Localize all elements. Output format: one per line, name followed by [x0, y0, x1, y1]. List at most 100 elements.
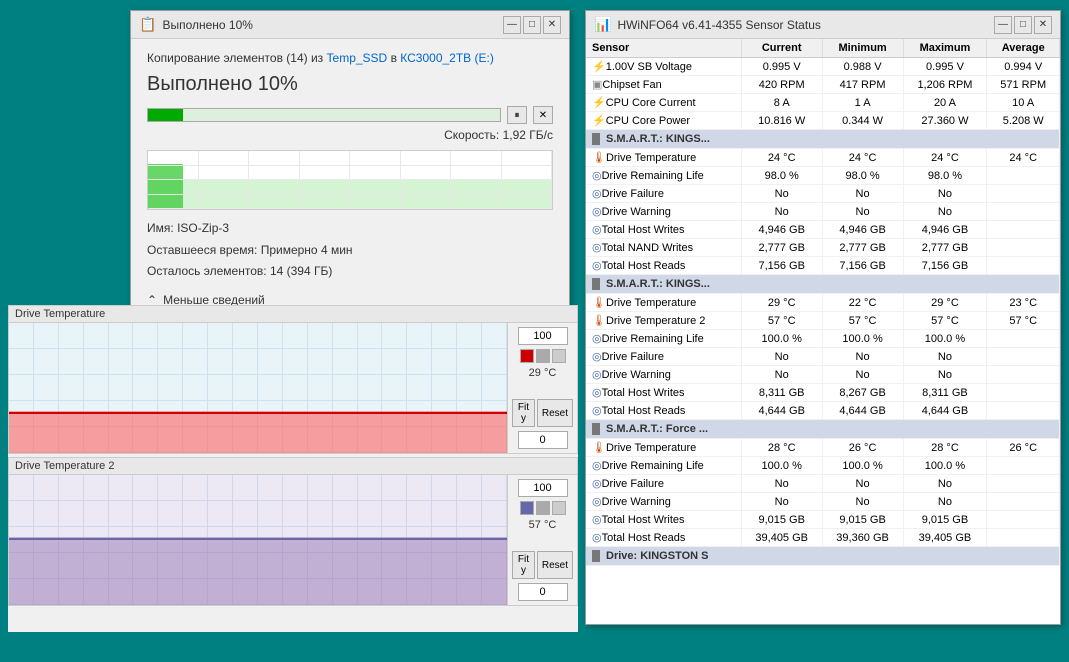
sensor-name-cell: ◎Total NAND Writes: [586, 239, 741, 257]
sensor-average-cell: [987, 511, 1060, 529]
copy-info: Копирование элементов (14) из Temp_SSD в…: [147, 51, 553, 65]
chart1-color-gray1[interactable]: [536, 349, 550, 363]
sensor-maximum-cell: 98.0 %: [903, 167, 987, 185]
chart2-color-purple[interactable]: [520, 501, 534, 515]
chart1-fity-button[interactable]: Fit y: [512, 399, 535, 427]
chart2-color-gray1[interactable]: [536, 501, 550, 515]
sensor-name-cell: 🌡Drive Temperature: [586, 149, 741, 167]
chart1-color-gray2[interactable]: [552, 349, 566, 363]
minimize-button[interactable]: —: [503, 16, 521, 34]
sensor-current-cell: No: [741, 203, 822, 221]
sensor-minimum-cell: 2,777 GB: [822, 239, 903, 257]
chart2-fity-button[interactable]: Fit y: [512, 551, 535, 579]
sensor-average-cell: [987, 402, 1060, 420]
sensor-average-cell: [987, 185, 1060, 203]
sensor-current-cell: 4,644 GB: [741, 402, 822, 420]
time-row: Оставшееся время: Примерно 4 мин: [147, 240, 553, 262]
table-row: Drive: KINGSTON S: [586, 547, 1060, 566]
sensor-name-cell: ◎Drive Remaining Life: [586, 167, 741, 185]
stop-button[interactable]: ✕: [533, 106, 553, 124]
sensor-minimum-cell: 1 A: [822, 94, 903, 112]
chart1-body: 29 °C Fit y Reset: [9, 323, 577, 453]
hwinfo-close-button[interactable]: ✕: [1034, 16, 1052, 34]
copy-details: Имя: ISO-Zip-3 Оставшееся время: Примерн…: [147, 218, 553, 283]
hwinfo-window-controls: — □ ✕: [994, 16, 1052, 34]
chart1-btn-row: Fit y Reset: [512, 399, 573, 427]
hwinfo-table-container[interactable]: Sensor Current Minimum Maximum Average ⚡…: [586, 39, 1060, 624]
sensor-maximum-cell: 0.995 V: [903, 58, 987, 76]
sensor-current-cell: No: [741, 185, 822, 203]
copy-titlebar-left: 📋 Выполнено 10%: [139, 16, 253, 33]
drive-icon: ◎: [592, 224, 602, 236]
sensor-average-cell: [987, 167, 1060, 185]
sensor-minimum-cell: 100.0 %: [822, 457, 903, 475]
source-link[interactable]: Temp_SSD: [327, 51, 388, 65]
sensor-maximum-cell: 2,777 GB: [903, 239, 987, 257]
chart2-value: 57 °C: [529, 519, 557, 531]
hwinfo-titlebar: 📊 HWiNFO64 v6.41-4355 Sensor Status — □ …: [586, 11, 1060, 39]
sensor-current-cell: 9,015 GB: [741, 511, 822, 529]
sensor-current-cell: 0.995 V: [741, 58, 822, 76]
dest-link[interactable]: КС3000_2ТВ (E:): [400, 51, 494, 65]
drive-icon: ◎: [592, 405, 602, 417]
table-row: S.M.A.R.T.: KINGS...: [586, 275, 1060, 294]
sensor-current-cell: 8 A: [741, 94, 822, 112]
table-row: ◎Total Host Reads7,156 GB7,156 GB7,156 G…: [586, 257, 1060, 275]
sensor-minimum-cell: No: [822, 203, 903, 221]
chart2-max-input[interactable]: [518, 479, 568, 497]
chart2-btn-row: Fit y Reset: [512, 551, 573, 579]
pause-button[interactable]: ⏸: [507, 106, 527, 124]
chart1-reset-button[interactable]: Reset: [537, 399, 573, 427]
sensor-name-cell: ⚡CPU Core Power: [586, 112, 741, 130]
hwinfo-maximize-button[interactable]: □: [1014, 16, 1032, 34]
temp-icon: 🌡: [592, 152, 606, 164]
drive-icon: ◎: [592, 260, 602, 272]
chart2-color-gray2[interactable]: [552, 501, 566, 515]
close-button[interactable]: ✕: [543, 16, 561, 34]
sensor-maximum-cell: 27.360 W: [903, 112, 987, 130]
sensor-maximum-cell: 20 A: [903, 94, 987, 112]
chart2-fill: [9, 537, 507, 605]
table-row: 🌡Drive Temperature 257 °C57 °C57 °C57 °C: [586, 312, 1060, 330]
chart2-title: Drive Temperature 2: [9, 458, 577, 475]
copy-window-title: Выполнено 10%: [162, 18, 253, 32]
table-row: ◎Total Host Writes9,015 GB9,015 GB9,015 …: [586, 511, 1060, 529]
sensor-average-cell: [987, 239, 1060, 257]
sensor-name-cell: ◎Total Host Reads: [586, 402, 741, 420]
sensor-name-cell: ◎Total Host Writes: [586, 384, 741, 402]
sensor-current-cell: No: [741, 348, 822, 366]
chart1-min-input[interactable]: [518, 431, 568, 449]
sensor-maximum-cell: No: [903, 185, 987, 203]
chart1-value: 29 °C: [529, 367, 557, 379]
sensor-maximum-cell: 29 °C: [903, 294, 987, 312]
table-row: ◎Drive Remaining Life100.0 %100.0 %100.0…: [586, 330, 1060, 348]
chart-drive-temperature-2: Drive Temperature 2: [8, 457, 578, 606]
chart1-color-red[interactable]: [520, 349, 534, 363]
drive-icon: ◎: [592, 206, 602, 218]
sensor-minimum-cell: No: [822, 185, 903, 203]
sensor-minimum-cell: 8,267 GB: [822, 384, 903, 402]
hwinfo-minimize-button[interactable]: —: [994, 16, 1012, 34]
chart2-reset-button[interactable]: Reset: [537, 551, 573, 579]
chart1-canvas: [9, 323, 507, 453]
sensor-name-cell: ◎Drive Failure: [586, 475, 741, 493]
sensor-name-cell: ⚡CPU Core Current: [586, 94, 741, 112]
maximize-button[interactable]: □: [523, 16, 541, 34]
drive-icon: ◎: [592, 478, 602, 490]
chart2-canvas: [9, 475, 507, 605]
table-row: ◎Drive FailureNoNoNo: [586, 475, 1060, 493]
table-row: ◎Total Host Reads4,644 GB4,644 GB4,644 G…: [586, 402, 1060, 420]
chart1-max-input[interactable]: [518, 327, 568, 345]
sensor-name-cell: 🌡Drive Temperature: [586, 439, 741, 457]
col-average: Average: [987, 39, 1060, 58]
sensor-average-cell: [987, 457, 1060, 475]
voltage-icon: ⚡: [592, 61, 606, 73]
drive-icon: ◎: [592, 460, 602, 472]
hwinfo-window-title: HWiNFO64 v6.41-4355 Sensor Status: [617, 18, 820, 32]
chart2-min-input[interactable]: [518, 583, 568, 601]
sensor-minimum-cell: 22 °C: [822, 294, 903, 312]
group-header-cell: S.M.A.R.T.: KINGS...: [586, 275, 1060, 294]
hwinfo-icon: 📊: [594, 16, 611, 33]
copy-graph: [147, 150, 553, 210]
sensor-minimum-cell: 98.0 %: [822, 167, 903, 185]
